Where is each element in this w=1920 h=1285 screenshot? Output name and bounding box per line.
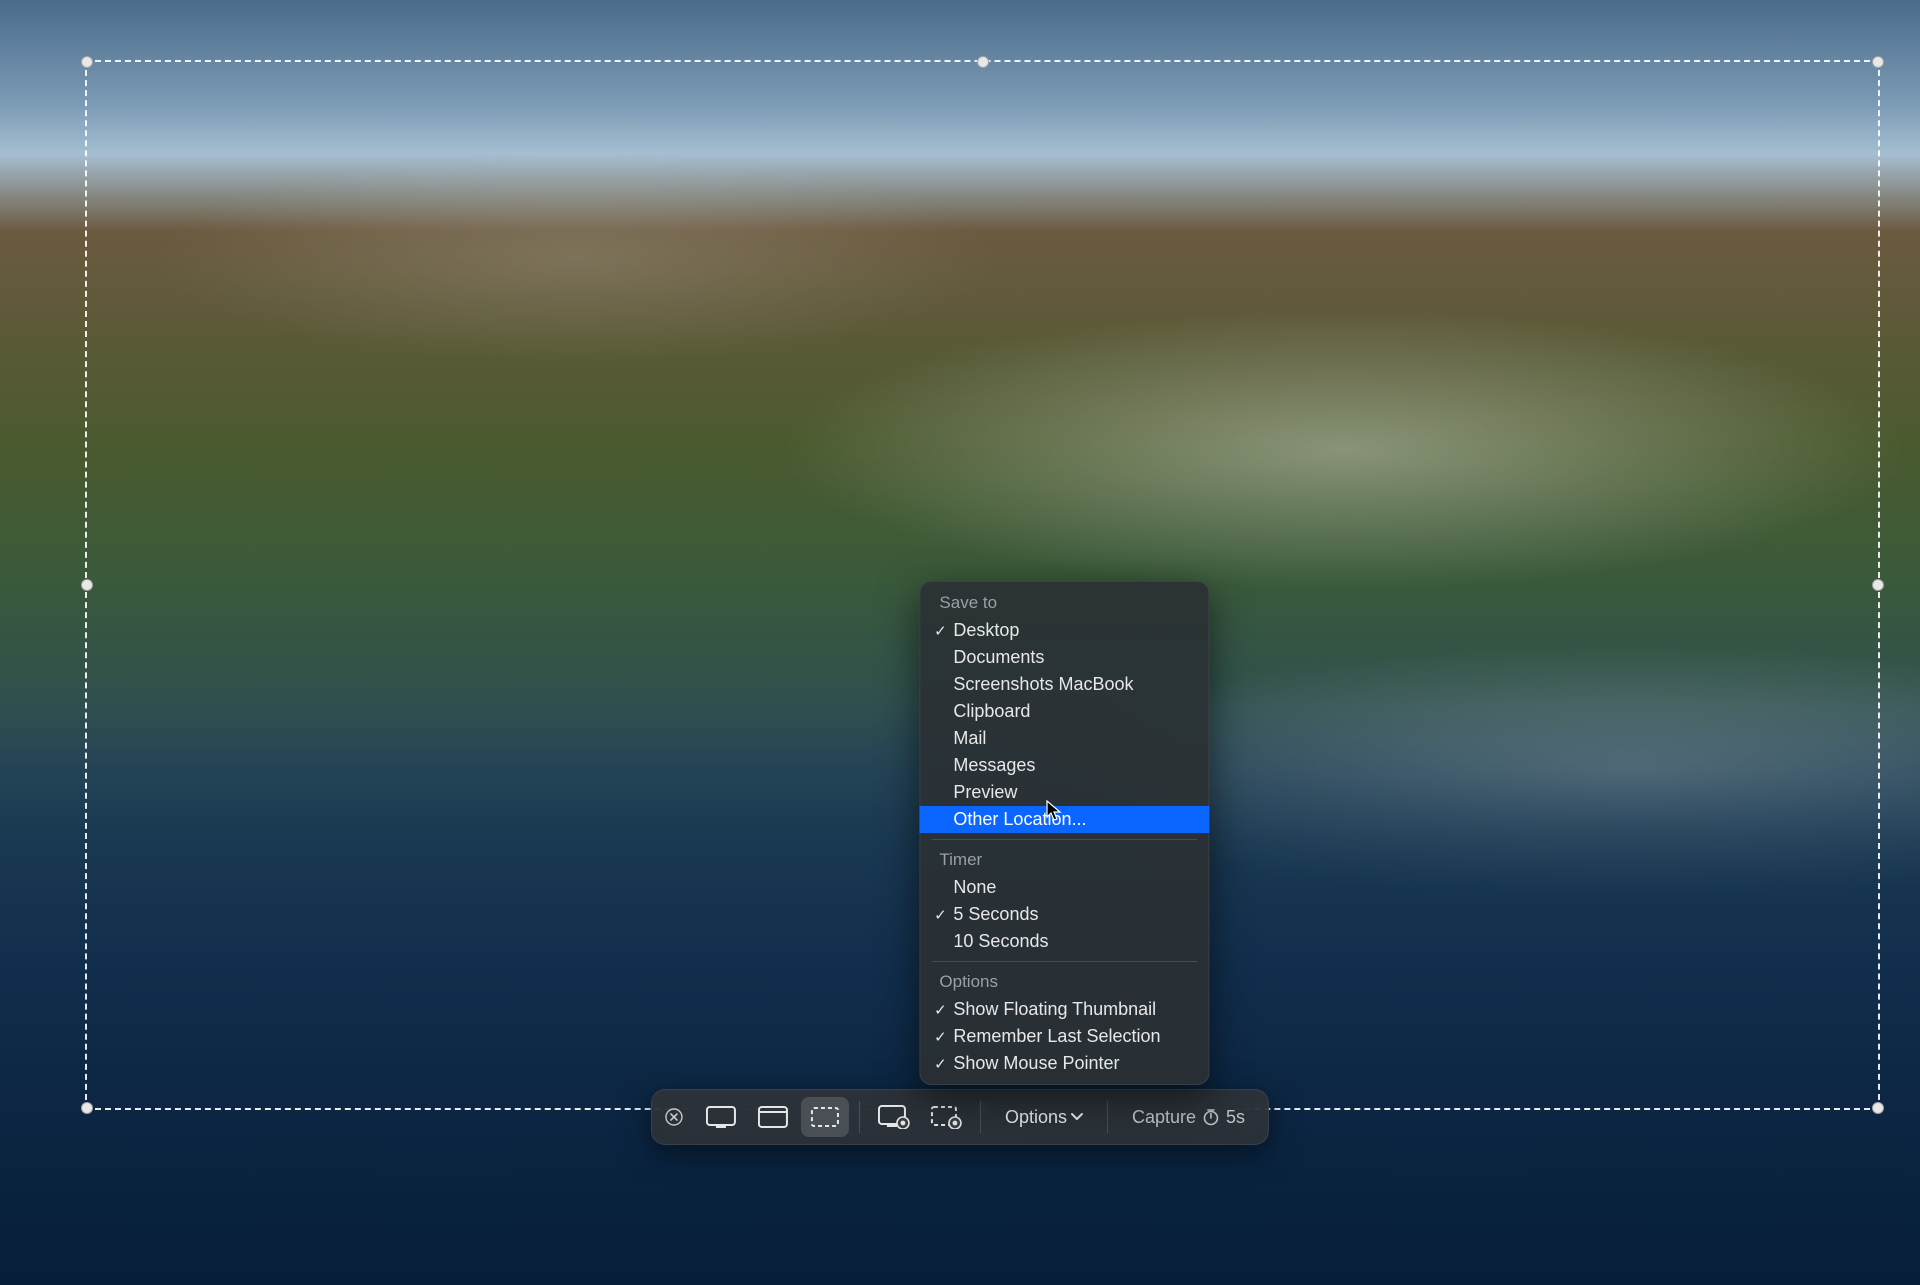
checkmark-icon: ✓	[931, 906, 949, 924]
record-screen-icon	[878, 1105, 910, 1129]
menu-item[interactable]: ✓5 Seconds	[919, 901, 1209, 928]
screenshot-toolbar: Options Capture 5s	[651, 1089, 1269, 1145]
menu-item-label: Messages	[949, 755, 1197, 776]
menu-item[interactable]: Clipboard	[919, 698, 1209, 725]
close-button[interactable]	[661, 1104, 687, 1130]
checkmark-icon: ✓	[931, 1001, 949, 1019]
menu-item[interactable]: 10 Seconds	[919, 928, 1209, 955]
menu-item-label: Desktop	[949, 620, 1197, 641]
menu-section-header: Save to	[919, 589, 1209, 617]
record-selection-icon	[930, 1105, 962, 1129]
capture-button[interactable]: Capture 5s	[1118, 1107, 1259, 1128]
capture-timer-label: 5s	[1226, 1107, 1245, 1128]
menu-item[interactable]: None	[919, 874, 1209, 901]
menu-item-label: 5 Seconds	[949, 904, 1197, 925]
selection-icon	[810, 1106, 840, 1128]
record-entire-screen-button[interactable]	[870, 1097, 918, 1137]
menu-item-label: Preview	[949, 782, 1197, 803]
capture-window-button[interactable]	[749, 1097, 797, 1137]
toolbar-divider	[859, 1101, 860, 1133]
menu-item-label: Show Mouse Pointer	[949, 1053, 1197, 1074]
menu-item[interactable]: ✓Show Mouse Pointer	[919, 1050, 1209, 1077]
menu-item-label: Documents	[949, 647, 1197, 668]
window-icon	[758, 1106, 788, 1128]
menu-item-label: Clipboard	[949, 701, 1197, 722]
menu-item-label: Show Floating Thumbnail	[949, 999, 1197, 1020]
menu-section-header: Timer	[919, 846, 1209, 874]
capture-selection-button[interactable]	[801, 1097, 849, 1137]
menu-item[interactable]: Screenshots MacBook	[919, 671, 1209, 698]
chevron-down-icon	[1071, 1113, 1083, 1121]
checkmark-icon: ✓	[931, 1028, 949, 1046]
menu-item-label: Mail	[949, 728, 1197, 749]
menu-item-label: Screenshots MacBook	[949, 674, 1197, 695]
capture-label: Capture	[1132, 1107, 1196, 1128]
menu-item[interactable]: Preview	[919, 779, 1209, 806]
close-icon	[665, 1108, 683, 1126]
checkmark-icon: ✓	[931, 1055, 949, 1073]
menu-item[interactable]: Other Location...	[919, 806, 1209, 833]
menu-item[interactable]: ✓Remember Last Selection	[919, 1023, 1209, 1050]
menu-item[interactable]: Mail	[919, 725, 1209, 752]
timer-icon	[1202, 1108, 1220, 1126]
options-button[interactable]: Options	[991, 1097, 1097, 1137]
toolbar-divider	[1107, 1101, 1108, 1133]
menu-item-label: Remember Last Selection	[949, 1026, 1197, 1047]
menu-item[interactable]: ✓Desktop	[919, 617, 1209, 644]
menu-item[interactable]: ✓Show Floating Thumbnail	[919, 996, 1209, 1023]
menu-section-header: Options	[919, 968, 1209, 996]
menu-item-label: None	[949, 877, 1197, 898]
capture-entire-screen-button[interactable]	[697, 1097, 745, 1137]
menu-item-label: 10 Seconds	[949, 931, 1197, 952]
record-selection-button[interactable]	[922, 1097, 970, 1137]
options-label: Options	[1005, 1107, 1067, 1128]
checkmark-icon: ✓	[931, 622, 949, 640]
toolbar-divider	[980, 1101, 981, 1133]
menu-separator	[931, 839, 1197, 840]
menu-item[interactable]: Messages	[919, 752, 1209, 779]
menu-separator	[931, 961, 1197, 962]
menu-item[interactable]: Documents	[919, 644, 1209, 671]
menu-item-label: Other Location...	[949, 809, 1197, 830]
options-menu: Save to✓DesktopDocumentsScreenshots MacB…	[919, 581, 1209, 1085]
screen-icon	[706, 1106, 736, 1128]
